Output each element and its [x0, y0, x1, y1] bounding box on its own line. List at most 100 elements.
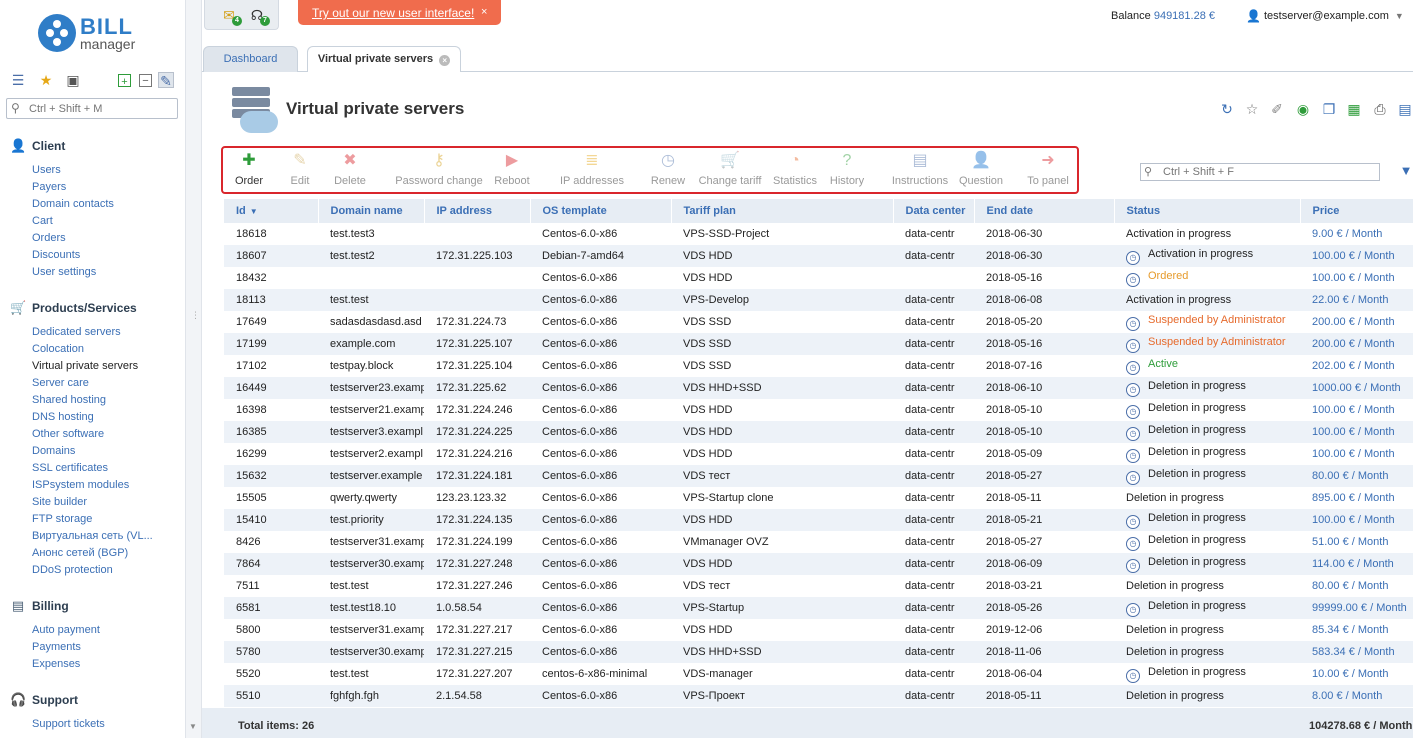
question-button[interactable]: 👤 Question [957, 150, 1005, 192]
sidebar-item-dedicated-servers[interactable]: Dedicated servers [32, 326, 121, 338]
ip-addresses-button[interactable]: ≣ IP addresses [557, 150, 627, 192]
to-panel-button[interactable]: ➜ To panel [1025, 150, 1071, 192]
logo[interactable]: BILL manager [38, 14, 135, 52]
reboot-button[interactable]: ▶ Reboot [491, 150, 533, 192]
table-row[interactable]: 18607 test.test2 172.31.225.103 Debian-7-am… [224, 245, 1413, 267]
column-header-price[interactable]: Price [1300, 199, 1413, 223]
sidebar-section-products[interactable]: 🛒 Products/Services [10, 300, 137, 316]
globe-icon[interactable]: ◉ [1294, 100, 1312, 118]
print-icon[interactable]: ⎙ [1371, 100, 1389, 118]
table-row[interactable]: 17649 sadasdasdasd.asd 172.31.224.73 Centos… [224, 311, 1413, 333]
password-change-button[interactable]: ⚷ Password change [393, 150, 485, 192]
renew-button[interactable]: ◷ Renew [649, 150, 687, 192]
sidebar-item-ssl-certificates[interactable]: SSL certificates [32, 462, 108, 474]
change-tariff-button[interactable]: 🛒 Change tariff [697, 150, 763, 192]
table-row[interactable]: 7511 test.test 172.31.227.246 Centos-6.0-x8… [224, 575, 1413, 597]
headset-support-icon[interactable]: ☊ 7 [247, 5, 270, 26]
statistics-button[interactable]: ◔ Statistics [771, 150, 819, 192]
table-row[interactable]: 5800 testserver31.examp 172.31.227.217 Cent… [224, 619, 1413, 641]
sidebar-item-shared-hosting[interactable]: Shared hosting [32, 394, 106, 406]
table-row[interactable]: 5780 testserver30.examp 172.31.227.215 Cent… [224, 641, 1413, 663]
table-row[interactable]: 16385 testserver3.exampl 172.31.224.225 Cen… [224, 421, 1413, 443]
table-row[interactable]: 6581 test.test18.10 1.0.58.54 Centos-6.0-x8… [224, 597, 1413, 619]
table-row[interactable]: 5520 test.test 172.31.227.207 centos-6-x86-… [224, 663, 1413, 685]
splitter-grip-icon[interactable]: ⋮ [191, 310, 200, 321]
refresh-icon[interactable]: ↻ [1218, 100, 1236, 118]
table-search[interactable]: ⚲ [1140, 163, 1380, 181]
sidebar-item-ddos-protection[interactable]: DDoS protection [32, 564, 113, 576]
column-header-os[interactable]: OS template [530, 199, 672, 223]
sidebar-item-cart[interactable]: Cart [32, 215, 53, 227]
sidebar-item-ispsystem-modules[interactable]: ISPsystem modules [32, 479, 129, 491]
sidebar-splitter[interactable]: ⋮ [186, 0, 202, 738]
sidebar-item-virtual-private-servers[interactable]: Virtual private servers [32, 360, 138, 372]
scroll-down-arrow-icon[interactable]: ▼ [189, 722, 199, 732]
column-header-domain[interactable]: Domain name [318, 199, 425, 223]
column-header-end-date[interactable]: End date [974, 199, 1115, 223]
table-row[interactable]: 16398 testserver21.examp 172.31.224.246 Cen… [224, 399, 1413, 421]
table-search-input[interactable] [1163, 165, 1375, 179]
favorite-star-icon[interactable]: ☆ [1243, 100, 1261, 118]
tab-close-icon[interactable]: × [439, 55, 451, 66]
table-row[interactable]: 15632 testserver.example 172.31.224.181 Cen… [224, 465, 1413, 487]
delete-button[interactable]: ✖ Delete [329, 150, 371, 192]
sidebar-item-user-settings[interactable]: User settings [32, 266, 96, 278]
sidebar-section-client[interactable]: 👤 Client [10, 138, 65, 154]
table-row[interactable]: 16449 testserver23.examp 172.31.225.62 Cent… [224, 377, 1413, 399]
sidebar-section-support[interactable]: 🎧 Support [10, 692, 78, 708]
table-row[interactable]: 15505 qwerty.qwerty 123.23.123.32 Centos-6.… [224, 487, 1413, 509]
briefcase-icon[interactable]: ▣ [65, 72, 81, 88]
favorites-star-icon[interactable]: ★ [38, 72, 54, 88]
history-button[interactable]: ? History [827, 150, 867, 192]
sidebar-item-domains[interactable]: Domains [32, 445, 75, 457]
sidebar-item-server-care[interactable]: Server care [32, 377, 89, 389]
sidebar-item-bgp[interactable]: Анонс сетей (BGP) [32, 547, 128, 559]
tree-view-icon[interactable]: ☰ [10, 72, 26, 88]
chevron-down-icon[interactable]: ▼ [1395, 11, 1404, 21]
sidebar-item-ftp-storage[interactable]: FTP storage [32, 513, 92, 525]
pin-icon[interactable]: ✎ [158, 72, 174, 89]
table-row[interactable]: 17102 testpay.block 172.31.225.104 Centos-6… [224, 355, 1413, 377]
sidebar-item-users[interactable]: Users [32, 164, 61, 176]
tab-dashboard[interactable]: Dashboard [203, 46, 298, 72]
table-row[interactable]: 16299 testserver2.exampl 172.31.224.216 Cen… [224, 443, 1413, 465]
sidebar-item-colocation[interactable]: Colocation [32, 343, 84, 355]
sidebar-item-dns-hosting[interactable]: DNS hosting [32, 411, 94, 423]
pin-icon[interactable]: ✐ [1268, 100, 1286, 118]
order-button[interactable]: ✚ Order [229, 150, 269, 192]
sidebar-search[interactable]: ⚲ [6, 98, 178, 119]
sidebar-item-orders[interactable]: Orders [32, 232, 66, 244]
column-header-tariff[interactable]: Tariff plan [671, 199, 894, 223]
column-header-status[interactable]: Status [1114, 199, 1301, 223]
sidebar-item-payments[interactable]: Payments [32, 641, 81, 653]
sidebar-search-input[interactable] [29, 101, 174, 116]
sidebar-item-expenses[interactable]: Expenses [32, 658, 80, 670]
column-header-id[interactable]: Id ▼ [224, 199, 319, 223]
excel-export-icon[interactable]: ▦ [1345, 100, 1363, 118]
user-menu[interactable]: 👤 testserver@example.com ▼ [1246, 9, 1404, 23]
sidebar-item-payers[interactable]: Payers [32, 181, 66, 193]
balance-value[interactable]: 949181.28 € [1154, 10, 1215, 22]
tab-virtual-private-servers[interactable]: Virtual private servers × [307, 46, 461, 73]
sidebar-item-support-tickets[interactable]: Support tickets [32, 718, 105, 730]
sidebar-item-auto-payment[interactable]: Auto payment [32, 624, 100, 636]
table-row[interactable]: 18113 test.test Centos-6.0-x86 VPS-Develop d… [224, 289, 1413, 311]
promo-close-icon[interactable]: × [481, 6, 487, 18]
copy-icon[interactable]: ❐ [1320, 100, 1338, 118]
column-header-datacenter[interactable]: Data center [893, 199, 975, 223]
filter-icon[interactable]: ▼ [1399, 164, 1413, 178]
collapse-all-icon[interactable]: − [139, 74, 152, 87]
column-header-ip[interactable]: IP address [424, 199, 531, 223]
sidebar-item-other-software[interactable]: Other software [32, 428, 104, 440]
sidebar-item-discounts[interactable]: Discounts [32, 249, 80, 261]
table-row[interactable]: 18432 Centos-6.0-x86 VDS HDD 2018-05-16 ◷ Ord… [224, 267, 1413, 289]
sidebar-section-billing[interactable]: ▤ Billing [10, 598, 69, 614]
envelope-icon[interactable]: ✉ 4 [219, 5, 242, 26]
table-row[interactable]: 5510 fghfgh.fgh 2.1.54.58 Centos-6.0-x86 VPS… [224, 685, 1413, 707]
table-row[interactable]: 18618 test.test3 Centos-6.0-x86 VPS-SSD-Pro… [224, 223, 1413, 245]
sidebar-item-site-builder[interactable]: Site builder [32, 496, 87, 508]
table-row[interactable]: 8426 testserver31.examp 172.31.224.199 Cent… [224, 531, 1413, 553]
instructions-button[interactable]: ▤ Instructions [891, 150, 949, 192]
edit-button[interactable]: ✎ Edit [281, 150, 319, 192]
table-settings-icon[interactable]: ▤ [1396, 100, 1413, 118]
